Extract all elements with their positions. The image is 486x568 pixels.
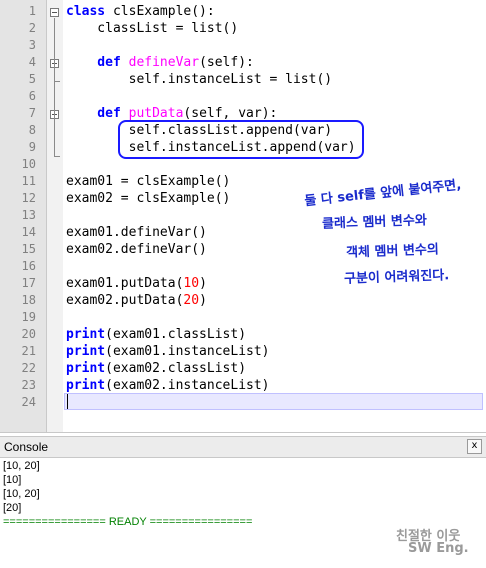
line-number: 12 <box>21 191 36 205</box>
code-token: self.instanceList = list() <box>66 72 333 87</box>
code-token: defineVar <box>128 55 200 70</box>
code-token: exam02.defineVar() <box>66 242 207 257</box>
code-line: print(exam02.instanceList) <box>66 378 270 394</box>
code-token: (exam02.instanceList) <box>105 378 270 393</box>
code-line: def defineVar(self): <box>66 55 254 71</box>
line-number: 20 <box>21 327 36 341</box>
annotation-line-3: 객체 멤버 변수의 <box>345 242 440 261</box>
code-line: exam02.defineVar() <box>66 242 207 258</box>
code-token: exam01.putData( <box>66 276 184 291</box>
code-line: class clsExample(): <box>66 4 215 20</box>
code-line: self.instanceList.append(var) <box>66 140 356 156</box>
console-output-line: [10, 20] <box>3 460 40 472</box>
line-number: 13 <box>21 208 36 222</box>
code-token: self.classList.append(var) <box>66 123 333 138</box>
line-number: 9 <box>28 140 36 154</box>
code-token: print <box>66 327 106 342</box>
line-number: 7 <box>28 106 36 120</box>
code-token: exam02.putData( <box>66 293 184 308</box>
fold-guide-line <box>54 120 55 148</box>
code-line: exam02.putData(20) <box>66 293 207 309</box>
code-token: exam01.defineVar() <box>66 225 207 240</box>
code-token: ) <box>199 276 207 291</box>
console-title: Console <box>4 440 49 454</box>
code-token: print <box>66 378 106 393</box>
code-line: exam01.defineVar() <box>66 225 207 241</box>
code-token: def <box>66 55 129 70</box>
code-token: 10 <box>183 276 200 291</box>
code-token: ) <box>199 293 207 308</box>
line-number: 23 <box>21 378 36 392</box>
code-token: self.instanceList.append(var) <box>66 140 356 155</box>
fold-guide-line <box>54 69 55 81</box>
code-line: def putData(self, var): <box>66 106 277 122</box>
console-output-line: [10, 20] <box>3 488 40 500</box>
close-icon[interactable]: x <box>467 439 482 454</box>
line-number: 5 <box>28 72 36 86</box>
code-token: (self): <box>199 55 254 70</box>
code-line: exam01.putData(10) <box>66 276 207 292</box>
console-ready-line: ================ READY ================ <box>3 516 253 528</box>
fold-toggle-class[interactable] <box>50 8 59 17</box>
code-line: print(exam01.classList) <box>66 327 246 343</box>
fold-guide-end <box>54 81 60 82</box>
code-line: exam01 = clsExample() <box>66 174 230 190</box>
code-line: exam02 = clsExample() <box>66 191 230 207</box>
line-number: 8 <box>28 123 36 137</box>
code-token: clsExample(): <box>112 4 215 19</box>
code-token: def <box>66 106 129 121</box>
line-number: 10 <box>21 157 36 171</box>
code-line: self.instanceList = list() <box>66 72 333 88</box>
console-output-line: [10] <box>3 474 22 486</box>
line-number: 14 <box>21 225 36 239</box>
code-token: (exam01.classList) <box>105 327 247 342</box>
line-number: 22 <box>21 361 36 375</box>
line-number: 19 <box>21 310 36 324</box>
line-number: 18 <box>21 293 36 307</box>
line-number: 21 <box>21 344 36 358</box>
line-number: 24 <box>21 395 36 409</box>
line-number: 6 <box>28 89 36 103</box>
line-number: 11 <box>21 174 36 188</box>
line-number: 1 <box>28 4 36 18</box>
line-number: 3 <box>28 38 36 52</box>
console-output[interactable]: [10, 20] [10] [10, 20] [20] ============… <box>0 458 486 568</box>
fold-guide-end <box>54 156 60 157</box>
current-line-highlight <box>64 393 483 410</box>
line-number: 16 <box>21 259 36 273</box>
code-token: classList = list() <box>66 21 239 36</box>
code-line: print(exam01.instanceList) <box>66 344 270 360</box>
code-token: exam01 = clsExample() <box>66 174 231 189</box>
code-token: print <box>66 361 106 376</box>
code-editor[interactable]: 1 2 3 4 5 6 7 8 9 10 11 12 13 14 15 16 17 18 19 20 21 22 23 24 … <box>0 0 486 433</box>
watermark-line-2: SW Eng. <box>408 541 469 556</box>
code-token: (exam02.classList) <box>105 361 247 376</box>
code-line: classList = list() <box>66 21 238 37</box>
code-token: (exam01.instanceList) <box>105 344 270 359</box>
code-token: putData <box>128 106 184 121</box>
line-number: 17 <box>21 276 36 290</box>
code-token: (self, var): <box>183 106 278 121</box>
annotation-line-1: 둘 다 self를 앞에 붙여주면, <box>303 177 462 210</box>
annotation-line-2: 클래스 멤버 변수와 <box>321 213 428 232</box>
code-token: 20 <box>183 293 200 308</box>
code-line: self.classList.append(var) <box>66 123 333 139</box>
line-number: 2 <box>28 21 36 35</box>
line-number: 15 <box>21 242 36 256</box>
line-number: 4 <box>28 55 36 69</box>
text-caret <box>67 394 68 409</box>
console-output-line: [20] <box>3 502 22 514</box>
code-line: print(exam02.classList) <box>66 361 246 377</box>
annotation-line-4: 구분이 어려워진다. <box>343 268 450 287</box>
code-token: class <box>66 4 113 19</box>
code-token: print <box>66 344 106 359</box>
console-header: Console x <box>0 436 486 458</box>
code-token: exam02 = clsExample() <box>66 191 231 206</box>
